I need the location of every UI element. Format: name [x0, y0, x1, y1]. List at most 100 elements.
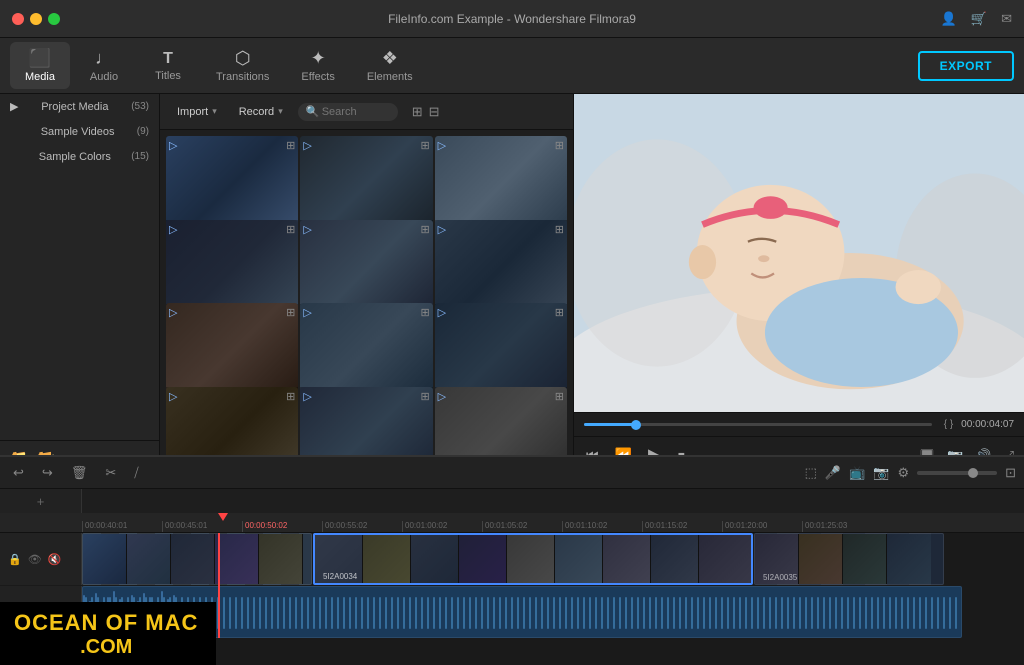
thumb-play-icon: ▷	[169, 390, 177, 403]
thumb-play-icon: ▷	[438, 390, 446, 403]
video-clip-1[interactable]	[82, 533, 312, 585]
timeline-toolbar: ↩ ↪ 🗑 ✂ ⧸ ⬚ 🎤 📺 📷 ⚙ ⊡	[0, 457, 1024, 489]
elements-icon: ❖	[382, 48, 398, 69]
thumb-info-icon: ⊞	[286, 390, 295, 403]
redo-button[interactable]: ↪	[37, 462, 58, 484]
thumb-info-icon: ⊞	[420, 306, 429, 319]
sample-colors-item[interactable]: ▶ Sample Colors (15)	[0, 144, 159, 169]
ruler-mark-9: 00:01:25:03	[802, 521, 882, 532]
ruler-mark-4: 00:01:00:02	[402, 521, 482, 532]
ruler-mark-0: 00:00:40:01	[82, 521, 162, 532]
ruler-mark-3: 00:00:55:02	[322, 521, 402, 532]
timeline-right-tools: ⬚ 🎤 📺 📷 ⚙ ⊡	[805, 465, 1016, 481]
ruler-mark-6: 00:01:10:02	[562, 521, 642, 532]
track-mute-icon[interactable]: 🔇	[48, 553, 62, 566]
sample-videos-count: (9)	[137, 126, 149, 137]
track-lock-icon[interactable]: 🔒	[8, 553, 22, 566]
toolbar-item-media[interactable]: ⬛ Media	[10, 42, 70, 89]
zoom-slider[interactable]	[917, 471, 997, 475]
timecode-start-icon: { }	[944, 419, 953, 430]
webcam-icon[interactable]: 📷	[873, 465, 889, 481]
mic-icon[interactable]: 🎤	[825, 465, 841, 481]
export-button[interactable]: EXPORT	[918, 51, 1014, 81]
watermark-line1: OCEAN OF MAC	[14, 610, 198, 636]
close-button[interactable]	[12, 13, 24, 25]
toolbar-item-transitions[interactable]: ⬡ Transitions	[202, 42, 283, 89]
toolbar-item-elements[interactable]: ❖ Elements	[353, 42, 427, 89]
toolbar-item-audio[interactable]: ♩ Audio	[74, 42, 134, 89]
sample-colors-label: Sample Colors	[39, 151, 111, 163]
import-button[interactable]: Import ▾	[170, 103, 224, 121]
ruler-mark-8: 00:01:20:00	[722, 521, 802, 532]
media-filter-icons: ⊞ ⊟	[412, 104, 440, 120]
cut-button[interactable]: ✂	[100, 462, 121, 484]
cart-icon[interactable]: 🛒	[971, 11, 987, 27]
minimize-button[interactable]	[30, 13, 42, 25]
sample-videos-item[interactable]: ▶ Sample Videos (9)	[0, 119, 159, 144]
thumb-play-icon: ▷	[303, 139, 311, 152]
thumb-info-icon: ⊞	[286, 306, 295, 319]
main-toolbar: ⬛ Media ♩ Audio T Titles ⬡ Transitions ✦…	[0, 38, 1024, 94]
clip-3-label: 5I2A0035	[763, 573, 797, 582]
thumb-info-icon: ⊞	[555, 139, 564, 152]
left-panel: ▶ Project Media (53) ▶ Sample Videos (9)…	[0, 94, 160, 474]
thumb-info-icon: ⊞	[555, 223, 564, 236]
video-track-row: 🔒 👁 🔇	[0, 533, 1024, 585]
toolbar-item-titles[interactable]: T Titles	[138, 44, 198, 88]
track-add-row: +	[0, 489, 1024, 513]
user-icon[interactable]: 👤	[941, 11, 957, 27]
video-clip-3[interactable]: 5I2A0035	[754, 533, 944, 585]
preview-seekbar[interactable]	[584, 423, 932, 426]
toolbar-item-effects[interactable]: ✦ Effects	[287, 42, 348, 89]
thumb-info-icon: ⊞	[555, 390, 564, 403]
settings-icon[interactable]: ⚙	[897, 465, 909, 481]
mail-icon[interactable]: ✉	[1001, 11, 1012, 27]
delete-button[interactable]: 🗑	[66, 462, 93, 484]
thumb-play-icon: ▷	[438, 139, 446, 152]
split-button[interactable]: ⧸	[129, 462, 143, 484]
record-button[interactable]: Record ▾	[232, 103, 290, 121]
add-track-button[interactable]: +	[0, 489, 82, 513]
import-chevron-icon: ▾	[212, 106, 217, 117]
undo-button[interactable]: ↩	[8, 462, 29, 484]
effects-icon: ✦	[311, 48, 326, 69]
titles-icon: T	[163, 50, 173, 68]
thumb-info-icon: ⊞	[420, 139, 429, 152]
add-track-icon[interactable]: ⬚	[805, 465, 817, 481]
timeline-ruler: 00:00:40:01 00:00:45:01 00:00:50:02 00:0…	[0, 513, 1024, 533]
maximize-button[interactable]	[48, 13, 60, 25]
preview-video	[574, 94, 1024, 412]
preview-area: { } 00:00:04:07 ⏮ ⏪ ▶ ⏹ 🖥 📷 🔊 ⤢	[574, 94, 1024, 474]
track-eye-icon[interactable]: 👁	[28, 553, 42, 566]
screen-record-icon[interactable]: 📺	[849, 465, 865, 481]
zoom-fit-icon[interactable]: ⊡	[1005, 465, 1016, 481]
filter-icon[interactable]: ⊞	[412, 104, 423, 120]
titlebar-icons: 👤 🛒 ✉	[941, 11, 1012, 27]
ruler-mark-2: 00:00:50:02	[242, 521, 322, 532]
traffic-lights	[12, 13, 60, 25]
thumb-play-icon: ▷	[169, 306, 177, 319]
thumb-play-icon: ▷	[438, 306, 446, 319]
zoom-thumb[interactable]	[968, 468, 978, 478]
titlebar: FileInfo.com Example - Wondershare Filmo…	[0, 0, 1024, 38]
ruler-mark-7: 00:01:15:02	[642, 521, 722, 532]
transitions-icon: ⬡	[235, 48, 251, 69]
video-track-content: 5I2A0034 5I2A0035	[82, 533, 1024, 585]
media-area: Import ▾ Record ▾ 🔍 ⊞ ⊟ ▷ ⊞ 5I2A0020	[160, 94, 574, 474]
audio-track-content	[82, 586, 1024, 638]
project-media-item[interactable]: ▶ Project Media (53)	[0, 94, 159, 119]
grid-view-icon[interactable]: ⊟	[429, 104, 440, 120]
video-clip-2[interactable]: 5I2A0034	[313, 533, 753, 585]
media-grid: ▷ ⊞ 5I2A0020 ▷ ⊞ 5I2A0021 ▷ ⊞ 5I2A0023 ▷…	[160, 130, 573, 474]
watermark-overlay: OCEAN OF MAC .COM	[0, 602, 216, 665]
search-wrap: 🔍	[298, 103, 398, 121]
thumb-info-icon: ⊞	[286, 223, 295, 236]
sample-colors-count: (15)	[131, 151, 149, 162]
thumb-play-icon: ▷	[169, 139, 177, 152]
thumb-play-icon: ▷	[303, 223, 311, 236]
sample-videos-label: Sample Videos	[41, 126, 115, 138]
seekbar-thumb[interactable]	[631, 420, 641, 430]
media-toolbar: Import ▾ Record ▾ 🔍 ⊞ ⊟	[160, 94, 573, 130]
thumb-play-icon: ▷	[303, 390, 311, 403]
project-media-label: Project Media	[41, 101, 108, 113]
